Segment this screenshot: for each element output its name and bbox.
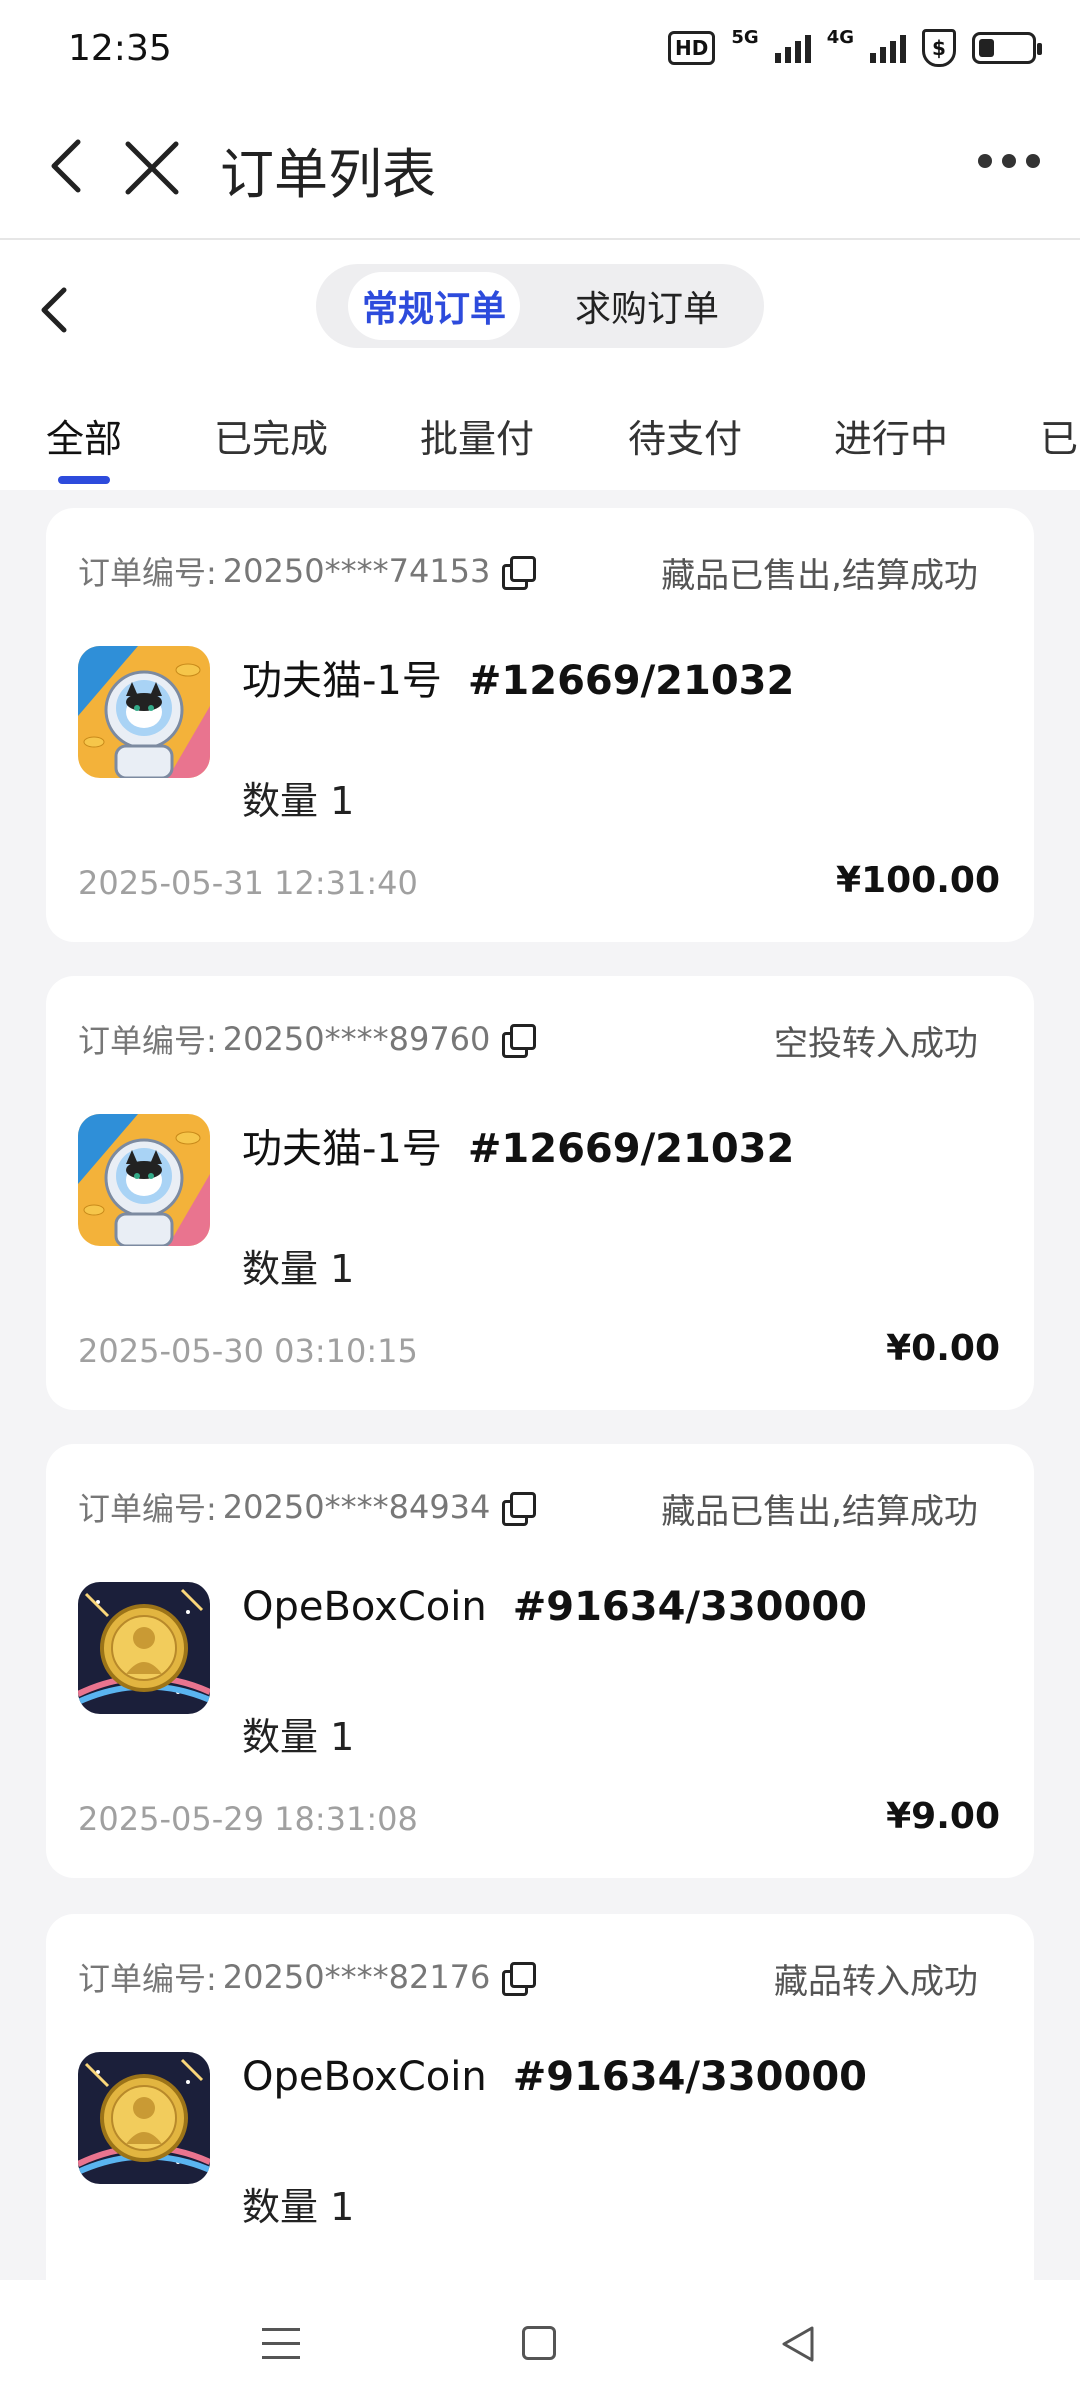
status-tabs: 全部 已完成 批量付 待支付 进行中 已	[0, 390, 1080, 490]
item-quantity: 数量 1	[242, 779, 355, 823]
copy-icon[interactable]	[502, 1962, 537, 1996]
order-number-row: 订单编号: 20250****74153	[78, 548, 537, 594]
tab-completed[interactable]: 已完成	[214, 408, 328, 463]
order-status: 空投转入成功	[774, 1024, 978, 1064]
item-serial: #91634/330000	[512, 1584, 867, 1630]
status-time: 12:35	[68, 27, 172, 69]
tab-more[interactable]: 已	[1040, 408, 1078, 463]
order-number-label: 订单编号:	[78, 554, 217, 592]
order-number-row: 订单编号: 20250****89760	[78, 1016, 537, 1062]
order-number-label: 订单编号:	[78, 1960, 217, 1998]
signal-4g-icon	[870, 33, 906, 63]
item-name: OpeBoxCoin	[242, 1584, 487, 1630]
order-number: 20250****74153	[222, 552, 491, 590]
order-status: 藏品已售出,结算成功	[661, 556, 978, 596]
copy-icon[interactable]	[502, 1024, 537, 1058]
battery-fill	[979, 39, 994, 57]
cat-astronaut-image	[78, 646, 210, 778]
order-number-row: 订单编号: 20250****82176	[78, 1954, 537, 2000]
item-title: OpeBoxCoin #91634/330000	[242, 1584, 867, 1630]
status-bar: 12:35 HD 5G 4G $	[0, 0, 1080, 96]
item-serial: #12669/21032	[467, 658, 795, 704]
segment-regular-orders[interactable]: 常规订单	[348, 272, 520, 340]
order-time: 2025-05-31 12:31:40	[78, 864, 418, 902]
status-icons: HD 5G 4G $	[668, 27, 1042, 67]
tab-all[interactable]: 全部	[46, 408, 122, 463]
item-title: 功夫猫-1号 #12669/21032	[242, 648, 794, 706]
system-nav-bar	[0, 2280, 1080, 2408]
order-filter-area: 常规订单 求购订单 全部 已完成 批量付 待支付 进行中 已	[0, 240, 1080, 490]
net-5g-label: 5G	[731, 27, 759, 48]
net-4g-label: 4G	[826, 27, 854, 48]
item-title: OpeBoxCoin #91634/330000	[242, 2054, 867, 2100]
nav-back-icon[interactable]	[778, 2324, 818, 2364]
order-price: ¥9.00	[886, 1796, 1000, 1837]
item-title: 功夫猫-1号 #12669/21032	[242, 1116, 794, 1174]
cat-astronaut-image	[78, 1114, 210, 1246]
chevron-left-icon[interactable]	[30, 280, 80, 340]
order-number: 20250****82176	[222, 1958, 491, 1996]
order-card[interactable]: 订单编号: 20250****82176 藏品转入成功 OpeBoxCoin #…	[46, 1914, 1034, 2280]
item-serial: #12669/21032	[467, 1126, 795, 1172]
item-quantity: 数量 1	[242, 2185, 355, 2229]
shield-icon: $	[922, 29, 956, 67]
home-icon[interactable]	[522, 2326, 556, 2360]
order-card[interactable]: 订单编号: 20250****74153 藏品已售出,结算成功 功夫猫-1号 #…	[46, 508, 1034, 942]
order-number-label: 订单编号:	[78, 1490, 217, 1528]
shield-glyph: $	[932, 36, 946, 60]
tab-batch-pay[interactable]: 批量付	[420, 408, 534, 463]
item-quantity: 数量 1	[242, 1715, 355, 1759]
signal-5g-icon	[774, 33, 811, 63]
order-card[interactable]: 订单编号: 20250****84934 藏品已售出,结算成功 OpeBoxCo…	[46, 1444, 1034, 1878]
gold-coin-image	[78, 2052, 210, 2184]
tab-pending-payment[interactable]: 待支付	[628, 408, 742, 463]
item-quantity: 数量 1	[242, 1247, 355, 1291]
tab-in-progress[interactable]: 进行中	[834, 408, 948, 463]
order-card[interactable]: 订单编号: 20250****89760 空投转入成功 功夫猫-1号 #1266…	[46, 976, 1034, 1410]
title-bar: 订单列表	[0, 96, 1080, 240]
hd-icon: HD	[668, 31, 716, 65]
order-number-row: 订单编号: 20250****84934	[78, 1484, 537, 1530]
item-name: OpeBoxCoin	[242, 2054, 487, 2100]
order-time: 2025-05-29 18:31:08	[78, 1800, 418, 1838]
order-number-label: 订单编号:	[78, 1022, 217, 1060]
close-icon[interactable]	[120, 136, 184, 200]
order-time: 2025-05-30 03:10:15	[78, 1332, 418, 1370]
battery-icon	[972, 32, 1042, 64]
copy-icon[interactable]	[502, 1492, 537, 1526]
more-horizontal-icon[interactable]	[978, 154, 1040, 168]
order-status: 藏品已售出,结算成功	[661, 1492, 978, 1532]
order-type-switch: 常规订单 求购订单	[316, 264, 764, 348]
order-number: 20250****89760	[222, 1020, 491, 1058]
order-list: 订单编号: 20250****74153 藏品已售出,结算成功 功夫猫-1号 #…	[0, 490, 1080, 2280]
gold-coin-image	[78, 1582, 210, 1714]
segment-purchase-orders[interactable]: 求购订单	[538, 272, 756, 340]
copy-icon[interactable]	[502, 556, 537, 590]
order-price: ¥0.00	[886, 1328, 1000, 1369]
order-number: 20250****84934	[222, 1488, 491, 1526]
item-name: 功夫猫-1号	[242, 658, 442, 704]
tab-indicator	[58, 476, 110, 484]
back-icon[interactable]	[38, 136, 98, 196]
item-name: 功夫猫-1号	[242, 1126, 442, 1172]
page-title: 订单列表	[220, 143, 436, 206]
order-price: ¥100.00	[836, 860, 1000, 901]
order-status: 藏品转入成功	[774, 1962, 978, 2002]
item-serial: #91634/330000	[512, 2054, 867, 2100]
menu-icon[interactable]	[262, 2328, 300, 2360]
